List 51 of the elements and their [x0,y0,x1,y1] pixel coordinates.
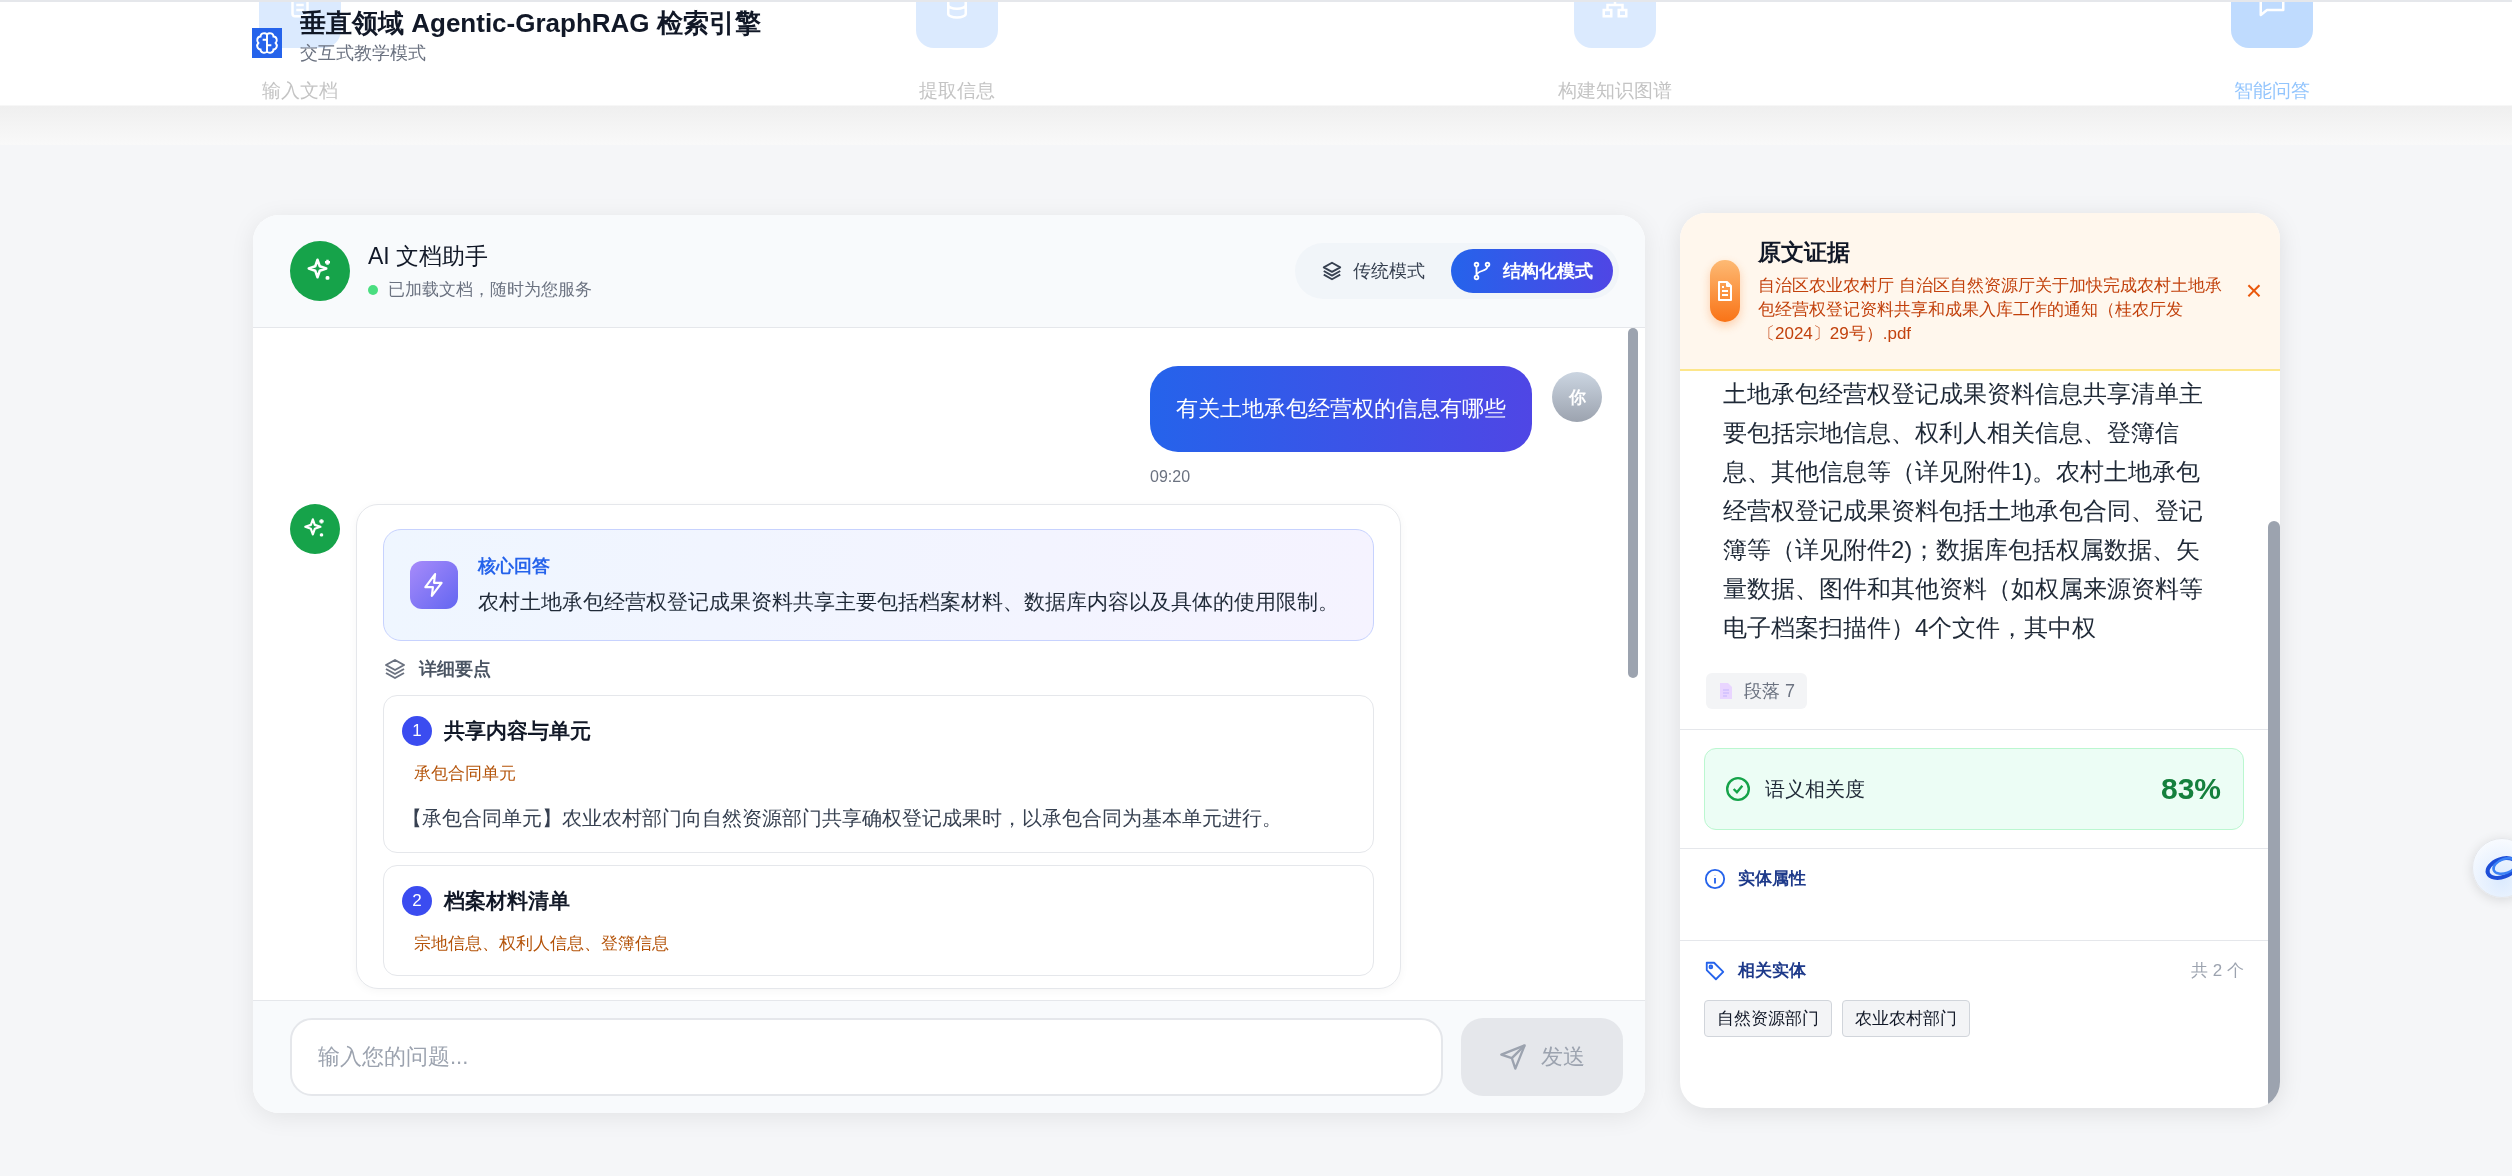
assistant-title: AI 文档助手 [368,242,490,271]
point-text: 【承包合同单元】农业农村部门向自然资源部门共享确权登记成果时，以承包合同为基本单元进行。 [402,806,1283,831]
status-text: 已加载文档，随时为您服务 [388,279,592,301]
send-icon [1499,1043,1527,1071]
point-title: 档案材料清单 [444,888,570,914]
entity-chip[interactable]: 农业农村部门 [1842,1000,1970,1037]
point-number: 1 [402,716,432,746]
section-label: 相关实体 [1738,960,1806,982]
info-icon [1704,867,1726,890]
relevance-value: 83% [2160,772,2221,806]
tag-icon [1704,959,1726,982]
sparkle-icon [290,504,340,554]
close-button[interactable]: × [2245,275,2262,307]
point-title: 共享内容与单元 [444,718,591,744]
sparkle-icon [290,241,350,301]
message-time: 09:20 [1150,468,1191,486]
step-label[interactable]: 输入文档 [262,78,338,104]
entity-count: 共 2 个 [2191,960,2244,982]
core-answer-label: 核心回答 [478,555,551,578]
user-message: 有关土地承包经营权的信息有哪些 [1150,366,1532,452]
point-tag: 宗地信息、权利人信息、登簿信息 [414,932,1355,955]
app-title: 垂直领域 Agentic-GraphRAG 检索引擎 [300,7,761,40]
layers-icon [1321,260,1343,282]
step-label[interactable]: 构建知识图谱 [1557,78,1672,104]
mode-tab[interactable]: 传统模式 [1301,249,1445,293]
layers-icon [383,657,407,681]
point-number: 2 [402,886,432,916]
check-icon [1725,776,1751,802]
point-tag: 承包合同单元 [414,762,1355,785]
section-label: 实体属性 [1738,868,1806,890]
step-label[interactable]: 智能问答 [2234,78,2310,104]
evidence-text: 土地承包经营权登记成果资料信息共享清单主要包括宗地信息、权利人相关信息、登簿信息、其他信息等（详见附件1)。农村土地承包经营权登记成果资料包括土地承包合同、登记簿等（详见附件2)；数据库包括权属数据、矢量数据、图件和其他资料（如权属来源资料等电子档案扫描件）4个文件，其中权 [1722,379,2204,643]
relevance-label: 语义相关度 [1765,776,1866,802]
brain-icon [252,28,282,58]
scrollbar-thumb[interactable] [1628,328,1638,678]
ring-icon [2483,853,2512,883]
core-answer-text: 农村土地承包经营权登记成果资料共享主要包括档案材料、数据库内容以及具体的使用限制。 [478,589,1339,615]
mode-tab[interactable]: 结构化模式 [1451,249,1613,293]
bolt-icon [410,561,458,609]
details-label: 详细要点 [419,658,491,681]
user-avatar: 你 [1552,372,1602,422]
paragraph-label: 段落 7 [1744,680,1795,703]
question-input[interactable]: 输入您的问题... [290,1018,1443,1096]
step-label[interactable]: 提取信息 [919,78,996,104]
source-filename: 自治区农业农村厅 自治区自然资源厅关于加快完成农村土地承包经营权登记资料共享和成果入库工作的通知（桂农厅发〔2024〕29号）.pdf [1758,274,2223,345]
entity-chip[interactable]: 自然资源部门 [1704,1000,1832,1037]
app-subtitle: 交互式教学模式 [300,42,427,64]
page-icon [1718,682,1734,700]
panel-title: 原文证据 [1758,237,1851,267]
document-icon [1710,260,1740,322]
branch-icon [1471,260,1493,282]
